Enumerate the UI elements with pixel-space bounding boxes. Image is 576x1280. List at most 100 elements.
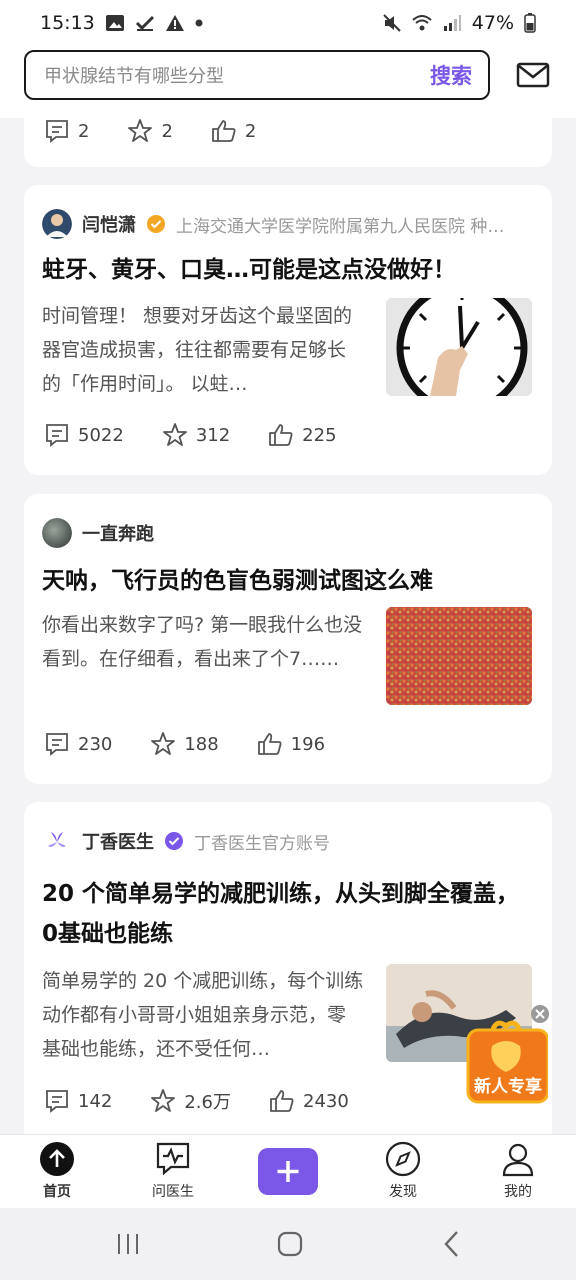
home-icon[interactable] [275,1229,305,1259]
favorite-stat[interactable]: 188 [150,731,219,757]
comment-stat[interactable]: 5022 [44,422,124,448]
mail-icon[interactable] [516,60,550,90]
warning-icon [165,15,184,31]
thumbs-up-icon [269,424,293,446]
star-icon [162,423,187,446]
recent-apps-icon[interactable] [113,1229,143,1259]
wifi-icon [412,15,432,31]
author-name: 一直奔跑 [82,524,154,545]
comment-stat[interactable]: 2 [44,118,89,144]
verified-badge-icon [165,832,183,850]
back-icon[interactable] [437,1229,467,1259]
card-thumbnail[interactable] [386,298,532,396]
author-name: 闫恺潇 [82,215,136,236]
check-icon [135,15,154,31]
like-count: 225 [302,424,337,446]
mute-icon [383,14,401,32]
comment-icon [46,120,68,143]
card-stats: 142 2.6万 2430 [44,1088,387,1114]
like-stat[interactable]: 196 [257,731,325,757]
plus-icon [277,1161,299,1182]
comment-count: 230 [78,733,113,755]
user-icon [502,1143,534,1177]
avatar[interactable] [42,518,72,548]
feed[interactable]: 2 2 2 闫恺潇 上海交通大学医学院附属第九人民医院 种… 蛀牙、黄牙、口臭…… [0,118,576,1134]
comment-icon [46,1090,68,1113]
favorite-count: 2.6万 [184,1092,231,1113]
promo-label: 新人专享 [474,1077,542,1097]
bottom-nav: 首页 问医生 发现 我的 [0,1134,576,1209]
like-stat[interactable]: 2 [211,118,256,144]
nav-ask-doctor-label: 问医生 [152,1184,194,1200]
card-excerpt[interactable]: 简单易学的 20 个减肥训练，每个训练动作都有小哥哥小姐姐亲身示范，零基础也能练… [42,964,364,1066]
favorite-count: 312 [195,424,231,446]
chat-pulse-icon [156,1142,190,1176]
new-user-promo[interactable]: 新人专享 [466,1005,549,1104]
feed-card[interactable]: 2 2 2 [24,118,552,167]
nav-discover[interactable]: 发现 [363,1141,443,1201]
like-count: 196 [290,733,326,755]
author-name: 丁香医生 [82,832,154,853]
comment-stat[interactable]: 230 [44,731,112,757]
comment-count: 142 [78,1090,113,1112]
like-count: 2430 [303,1090,349,1112]
gallery-icon [105,15,124,31]
star-icon [128,119,153,142]
star-icon [151,732,176,755]
like-stat[interactable]: 225 [268,422,337,448]
comment-count: 2 [78,120,90,142]
nav-profile-label: 我的 [504,1184,532,1200]
add-post-button[interactable] [258,1148,318,1195]
favorite-stat[interactable]: 2.6万 [150,1088,231,1114]
header: 甲状腺结节有哪些分型 搜索 [0,46,576,118]
battery-percent: 47% [471,12,514,34]
star-icon [151,1089,176,1112]
card-author[interactable]: 一直奔跑 [42,518,154,548]
color-blind-test-image [386,607,532,705]
card-title[interactable]: 天呐，飞行员的色盲色弱测试图这么难 [42,561,534,601]
thumbs-up-icon [212,120,236,142]
card-title[interactable]: 20 个简单易学的减肥训练，从头到脚全覆盖，0基础也能练 [42,874,534,954]
favorite-count: 2 [161,120,173,142]
like-stat[interactable]: 2430 [269,1088,349,1114]
card-title[interactable]: 蛀牙、黄牙、口臭…可能是这点没做好！ [42,250,534,290]
dot-icon [195,19,203,27]
card-excerpt[interactable]: 时间管理！ 想要对牙齿这个最坚固的器官造成损害，往往都需要有足够长的「作用时间」… [42,299,364,401]
avatar[interactable] [42,209,72,239]
search-input[interactable]: 甲状腺结节有哪些分型 [44,62,224,88]
nav-home[interactable]: 首页 [17,1141,97,1201]
battery-icon [524,13,536,33]
card-stats: 5022 312 225 [44,422,375,448]
feed-card[interactable]: 闫恺潇 上海交通大学医学院附属第九人民医院 种… 蛀牙、黄牙、口臭…可能是这点没… [24,185,552,475]
thumbs-up-icon [257,733,282,755]
favorite-stat[interactable]: 312 [162,422,230,448]
signal-icon [443,15,461,31]
nav-profile[interactable]: 我的 [478,1141,558,1201]
feed-card[interactable]: 一直奔跑 天呐，飞行员的色盲色弱测试图这么难 你看出来数字了吗? 第一眼我什么也… [24,494,552,784]
clock-image [386,298,532,396]
card-thumbnail[interactable] [386,607,532,705]
status-bar: 15:13 47% [0,0,576,46]
favorite-stat[interactable]: 2 [127,118,173,144]
comment-stat[interactable]: 142 [44,1088,112,1114]
verified-badge-icon [147,215,165,233]
thumbs-up-icon [270,1090,294,1112]
home-arrow-icon [40,1142,74,1176]
nav-discover-label: 发现 [389,1184,417,1200]
search-bar[interactable]: 甲状腺结节有哪些分型 搜索 [24,50,490,100]
close-icon[interactable] [530,1004,550,1024]
author-subtitle: 上海交通大学医学院附属第九人民医院 种… [176,216,505,237]
nav-home-label: 首页 [43,1184,71,1200]
search-button[interactable]: 搜索 [430,60,472,90]
card-author[interactable]: 丁香医生 丁香医生官方账号 [42,826,330,856]
like-count: 2 [244,120,257,142]
nav-ask-doctor[interactable]: 问医生 [133,1141,213,1201]
card-excerpt[interactable]: 你看出来数字了吗? 第一眼我什么也没看到。在仔细看，看出来了个7…… [42,608,364,676]
card-stats: 2 2 2 [44,118,294,144]
compass-icon [385,1141,421,1177]
comment-count: 5022 [78,424,124,446]
card-stats: 230 188 196 [44,731,363,757]
card-author[interactable]: 闫恺潇 上海交通大学医学院附属第九人民医院 种… [42,209,531,239]
dxy-logo-icon[interactable] [42,826,72,856]
comment-icon [46,424,68,447]
